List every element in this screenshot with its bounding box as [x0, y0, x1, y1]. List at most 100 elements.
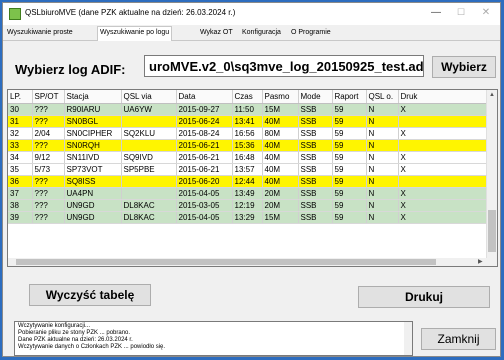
vertical-scroll-thumb[interactable] [488, 210, 496, 252]
qso-grid[interactable]: LP. SP/OT Stacja QSL via Data Czas Pasmo… [7, 89, 498, 267]
table-cell: 38 [8, 199, 33, 212]
table-cell: 2015-06-24 [176, 115, 233, 128]
table-row[interactable]: 38??? UN9GD DL8KAC 2015-03-05 12:19 20M SSB 59 N… [8, 199, 489, 212]
title-bar[interactable]: QSLbiuroMVE (dane PZK aktualne na dzień:… [3, 3, 500, 25]
column-header-mode[interactable]: Mode [298, 90, 333, 104]
table-cell: SN0RQH [64, 139, 122, 152]
table-row[interactable]: 39??? UN9GD DL8KAC 2015-04-05 13:29 15M SSB 59 N… [8, 211, 489, 224]
table-cell: N [366, 103, 399, 116]
table-cell: SQ8ISS [64, 175, 122, 188]
table-cell: 16:56 [232, 127, 263, 140]
table-cell: X [398, 151, 489, 164]
table-cell: 59 [332, 103, 367, 116]
table-cell: 59 [332, 151, 367, 164]
table-cell: ??? [32, 115, 65, 128]
table-cell: ??? [32, 139, 65, 152]
column-header-druk[interactable]: Druk [398, 90, 489, 104]
table-cell: X [398, 127, 489, 140]
table-cell: SSB [298, 103, 333, 116]
close-button[interactable]: Zamknij [421, 328, 496, 350]
table-cell: 16:48 [232, 151, 263, 164]
scroll-up-icon[interactable]: ▲ [489, 92, 495, 98]
table-row[interactable]: 33??? SN0RQH 2015-06-21 15:36 40M SSB 59 N [8, 139, 489, 152]
column-header-pasmo[interactable]: Pasmo [262, 90, 299, 104]
table-cell: X [398, 103, 489, 116]
table-cell: 20M [262, 199, 299, 212]
tab-about[interactable]: O Programie [289, 27, 333, 40]
table-cell: 40M [262, 139, 299, 152]
clear-table-button[interactable]: Wyczyść tabelę [29, 284, 151, 306]
tab-ot-list[interactable]: Wykaz OT [198, 27, 235, 40]
table-cell: 2015-06-21 [176, 163, 233, 176]
tab-configuration[interactable]: Konfiguracja [240, 27, 283, 40]
table-cell: 59 [332, 187, 367, 200]
table-cell: 40M [262, 163, 299, 176]
tab-simple-search[interactable]: Wyszukiwanie proste [5, 27, 75, 40]
tab-log-search[interactable]: Wyszukiwanie po logu [97, 26, 173, 41]
choose-file-button[interactable]: Wybierz [432, 56, 496, 78]
table-cell: UN9GD [64, 211, 122, 224]
horizontal-scroll-thumb[interactable] [16, 259, 436, 265]
table-cell: 9/12 [32, 151, 65, 164]
vertical-scrollbar[interactable]: ▲ [486, 90, 497, 266]
table-cell: N [366, 139, 399, 152]
table-cell: SSB [298, 175, 333, 188]
table-cell: R90IARU [64, 103, 122, 116]
table-cell: 40M [262, 175, 299, 188]
table-cell: 12:44 [232, 175, 263, 188]
table-cell: SN11IVD [64, 151, 122, 164]
horizontal-scrollbar[interactable]: ▶ [8, 258, 488, 266]
maximize-icon[interactable]: ☐ [454, 7, 468, 18]
column-header-qsl-o[interactable]: QSL o. [366, 90, 399, 104]
minimize-icon[interactable]: — [429, 7, 443, 18]
scroll-right-icon[interactable]: ▶ [478, 258, 483, 265]
table-cell: 15M [262, 103, 299, 116]
column-header-data[interactable]: Data [176, 90, 233, 104]
table-cell: 13:29 [232, 211, 263, 224]
column-header-qsl-via[interactable]: QSL via [121, 90, 177, 104]
table-cell: SSB [298, 163, 333, 176]
table-cell: 15M [262, 211, 299, 224]
table-cell [121, 187, 177, 200]
table-cell [121, 139, 177, 152]
table-cell: 2/04 [32, 127, 65, 140]
table-cell: 11:50 [232, 103, 263, 116]
log-line: Dane PZK aktualne na dzień: 26.03.2024 r… [18, 337, 133, 343]
status-log[interactable]: Wczytywanie konfiguracji... Pobieranie p… [14, 321, 413, 356]
table-cell: 5/73 [32, 163, 65, 176]
table-cell: 30 [8, 103, 33, 116]
print-button[interactable]: Drukuj [358, 286, 490, 308]
table-cell [398, 115, 489, 128]
table-row[interactable]: 32 2/04 SN0CIPHER SQ2KLU 2015-08-24 16:56 80M S… [8, 127, 489, 140]
table-cell [398, 175, 489, 188]
column-header-sp-ot[interactable]: SP/OT [32, 90, 65, 104]
table-row[interactable]: 34 9/12 SN11IVD SQ9IVD 2015-06-21 16:48 40M SSB… [8, 151, 489, 164]
table-cell: 2015-06-20 [176, 175, 233, 188]
table-cell: ??? [32, 199, 65, 212]
column-header-raport[interactable]: Raport [332, 90, 367, 104]
table-cell: 35 [8, 163, 33, 176]
table-cell: 59 [332, 115, 367, 128]
table-cell: X [398, 163, 489, 176]
log-scrollbar[interactable] [404, 322, 412, 355]
table-row[interactable]: 30??? R90IARU UA6YW 2015-09-27 11:50 15M SSB 59… [8, 103, 489, 116]
column-header-czas[interactable]: Czas [232, 90, 263, 104]
table-cell: 33 [8, 139, 33, 152]
table-cell: 40M [262, 115, 299, 128]
table-row[interactable]: 36??? SQ8ISS 2015-06-20 12:44 40M SSB 59 N [8, 175, 489, 188]
table-header: LP. SP/OT Stacja QSL via Data Czas Pasmo… [8, 90, 489, 104]
table-cell: SN0BGL [64, 115, 122, 128]
close-icon[interactable]: ✕ [479, 7, 493, 18]
log-line: Wczytywanie danych o Członkach PZK ... p… [18, 344, 166, 350]
table-row[interactable]: 37??? UA4PN 2015-04-05 13:49 20M SSB 59 N X [8, 187, 489, 200]
column-header-stacja[interactable]: Stacja [64, 90, 122, 104]
table-cell: 13:57 [232, 163, 263, 176]
table-row[interactable]: 35 5/73 SP73VOT SP5PBE 2015-06-21 13:57 40M SSB… [8, 163, 489, 176]
column-header-lp[interactable]: LP. [8, 90, 33, 104]
table-cell: UN9GD [64, 199, 122, 212]
adif-path-input[interactable]: uroMVE.v2_0\sq3mve_log_20150925_test.adi [144, 55, 424, 77]
table-cell: 2015-04-05 [176, 211, 233, 224]
table-cell [398, 139, 489, 152]
table-cell [121, 175, 177, 188]
table-row[interactable]: 31??? SN0BGL 2015-06-24 13:41 40M SSB 59 N [8, 115, 489, 128]
